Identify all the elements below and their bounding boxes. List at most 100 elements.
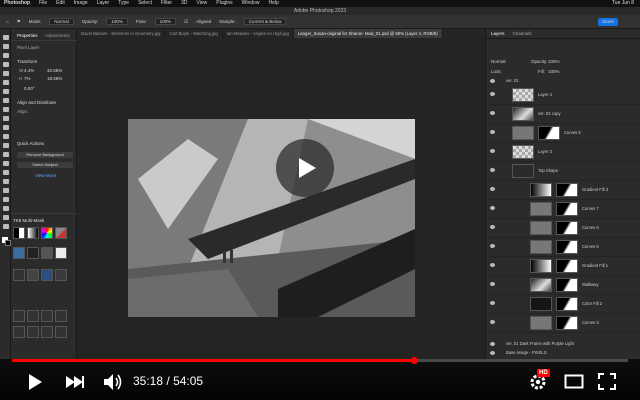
view-more-link[interactable]: View More — [35, 173, 56, 178]
layer-group-base[interactable]: Base image - PIXELS — [486, 348, 640, 357]
fx-icon-5[interactable] — [13, 326, 25, 338]
tab-channels[interactable]: Channels — [513, 29, 532, 38]
menu-window[interactable]: Window — [242, 0, 260, 7]
remove-background-button[interactable]: Remove Background — [17, 152, 73, 158]
theater-mode-icon[interactable] — [564, 374, 584, 389]
move-tool-icon[interactable] — [3, 35, 9, 40]
person-icon[interactable] — [13, 247, 25, 259]
scrubber-handle[interactable] — [410, 357, 418, 364]
menu-app-name[interactable]: Photoshop — [4, 0, 30, 7]
eye-icon[interactable] — [490, 351, 495, 355]
eye-icon[interactable] — [490, 149, 495, 153]
pen-tool-icon[interactable] — [3, 170, 9, 175]
eye-icon[interactable] — [490, 244, 495, 248]
layer-thumbnail[interactable] — [530, 183, 552, 197]
video-progress-bar[interactable] — [12, 357, 628, 364]
eye-icon[interactable] — [490, 168, 495, 172]
level-icon[interactable] — [27, 247, 39, 259]
zoom-tool-icon[interactable] — [3, 215, 9, 220]
blur-tool-icon[interactable] — [3, 152, 9, 157]
fullscreen-icon[interactable] — [598, 373, 616, 390]
eye-icon[interactable] — [490, 342, 495, 346]
menu-layer[interactable]: Layer — [97, 0, 110, 7]
doc-tab-3[interactable]: Ian Meades - Angles en High.jpg — [223, 29, 294, 38]
layer-row[interactable]: ver. 02 copy — [486, 104, 640, 124]
tab-properties[interactable]: Properties — [17, 33, 38, 38]
volume-icon[interactable] — [103, 373, 123, 391]
layer-mask-thumbnail[interactable] — [556, 221, 578, 235]
flow-field[interactable]: 100% — [154, 18, 177, 25]
eraser-tool-icon[interactable] — [3, 134, 9, 139]
select-subject-button[interactable]: Select Subject — [17, 162, 73, 168]
layer-row[interactable]: Walkway — [486, 275, 640, 295]
doc-tab-2[interactable]: Carl Boyle - Watching.jpg — [165, 29, 223, 38]
layer-thumbnail[interactable] — [512, 88, 534, 102]
eye-icon[interactable] — [490, 206, 495, 210]
layer-thumbnail[interactable] — [512, 145, 534, 159]
menu-type[interactable]: Type — [118, 0, 129, 7]
share-button[interactable]: Share — [598, 18, 618, 26]
eye-icon[interactable] — [490, 92, 495, 96]
mask-swatch-bw[interactable] — [13, 227, 25, 239]
layer-row[interactable]: Top Shape — [486, 161, 640, 181]
fx-icon-3[interactable] — [41, 310, 53, 322]
menu-view[interactable]: View — [197, 0, 208, 7]
doc-tab-active[interactable]: Langer_Susan-original for Sharon- Mod_01… — [293, 29, 443, 38]
clone-stamp-icon[interactable]: ⚑ — [17, 19, 21, 25]
layer-row[interactable]: Gradient Fill 1 — [486, 256, 640, 276]
mask-swatch-gradient[interactable] — [27, 227, 39, 239]
align-section-title[interactable]: Align and Distribute — [17, 100, 56, 105]
height-percent-field[interactable]: 18.56% — [47, 76, 62, 81]
layer-mask-thumbnail[interactable] — [556, 202, 578, 216]
layer-row[interactable]: Curves 5 — [486, 237, 640, 257]
lasso-tool-icon[interactable] — [3, 53, 9, 58]
layer-thumbnail[interactable] — [512, 126, 534, 140]
mask-circle-icon[interactable] — [13, 269, 25, 281]
eye-icon[interactable] — [490, 111, 495, 115]
blend-mode-select[interactable]: Normal — [491, 59, 506, 64]
quick-select-tool-icon[interactable] — [3, 62, 9, 67]
menu-plugins[interactable]: Plugins — [216, 0, 232, 7]
square-mask-icon[interactable] — [55, 247, 67, 259]
layer-row[interactable]: Curves 7 — [486, 199, 640, 219]
more-tools-icon[interactable] — [3, 224, 9, 229]
tab-layers[interactable]: Layers — [491, 29, 505, 38]
layer-fill-field[interactable]: 100% — [548, 69, 560, 74]
fx-icon-7[interactable] — [41, 326, 53, 338]
fx-icon-4[interactable] — [55, 310, 67, 322]
path-select-tool-icon[interactable] — [3, 188, 9, 193]
width-field[interactable]: 4.4% — [24, 68, 34, 73]
eye-icon[interactable] — [490, 263, 495, 267]
layer-thumbnail[interactable] — [530, 240, 552, 254]
layer-mask-thumbnail[interactable] — [556, 259, 578, 273]
brush-mask-icon[interactable] — [27, 269, 39, 281]
layer-thumbnail[interactable] — [530, 278, 552, 292]
mask-swatch-red[interactable] — [55, 227, 67, 239]
frame-tool-icon[interactable] — [3, 80, 9, 85]
doc-tab-1[interactable]: David Balsam - Elements in Geometry.jpg — [77, 29, 166, 38]
layer-row[interactable]: Layer 4 — [486, 85, 640, 105]
fx-icon-8[interactable] — [55, 326, 67, 338]
layer-row[interactable]: Layer 3 — [486, 142, 640, 162]
layer-row[interactable]: Curves 3 — [486, 313, 640, 333]
menu-3d[interactable]: 3D — [181, 0, 187, 7]
eye-icon[interactable] — [490, 225, 495, 229]
menu-edit[interactable]: Edit — [56, 0, 65, 7]
layer-mask-thumbnail[interactable] — [556, 240, 578, 254]
eye-icon[interactable] — [490, 130, 495, 134]
eye-icon[interactable] — [490, 187, 495, 191]
gradient-tool-icon[interactable] — [3, 143, 9, 148]
document-photo[interactable] — [128, 119, 415, 317]
fx-icon-1[interactable] — [13, 310, 25, 322]
healing-tool-icon[interactable] — [3, 98, 9, 103]
play-overlay-button[interactable] — [276, 139, 334, 197]
layer-thumbnail[interactable] — [530, 259, 552, 273]
menu-filter[interactable]: Filter — [161, 0, 172, 7]
tk-logo-icon[interactable] — [55, 269, 67, 281]
layer-thumbnail[interactable] — [530, 316, 552, 330]
layer-thumbnail[interactable] — [530, 202, 552, 216]
layer-row[interactable]: Curves 6 — [486, 218, 640, 238]
eye-icon[interactable] — [490, 79, 495, 83]
layer-row[interactable]: Gradient Fill 3 — [486, 180, 640, 200]
width-percent-field[interactable]: 32.65% — [47, 68, 62, 73]
